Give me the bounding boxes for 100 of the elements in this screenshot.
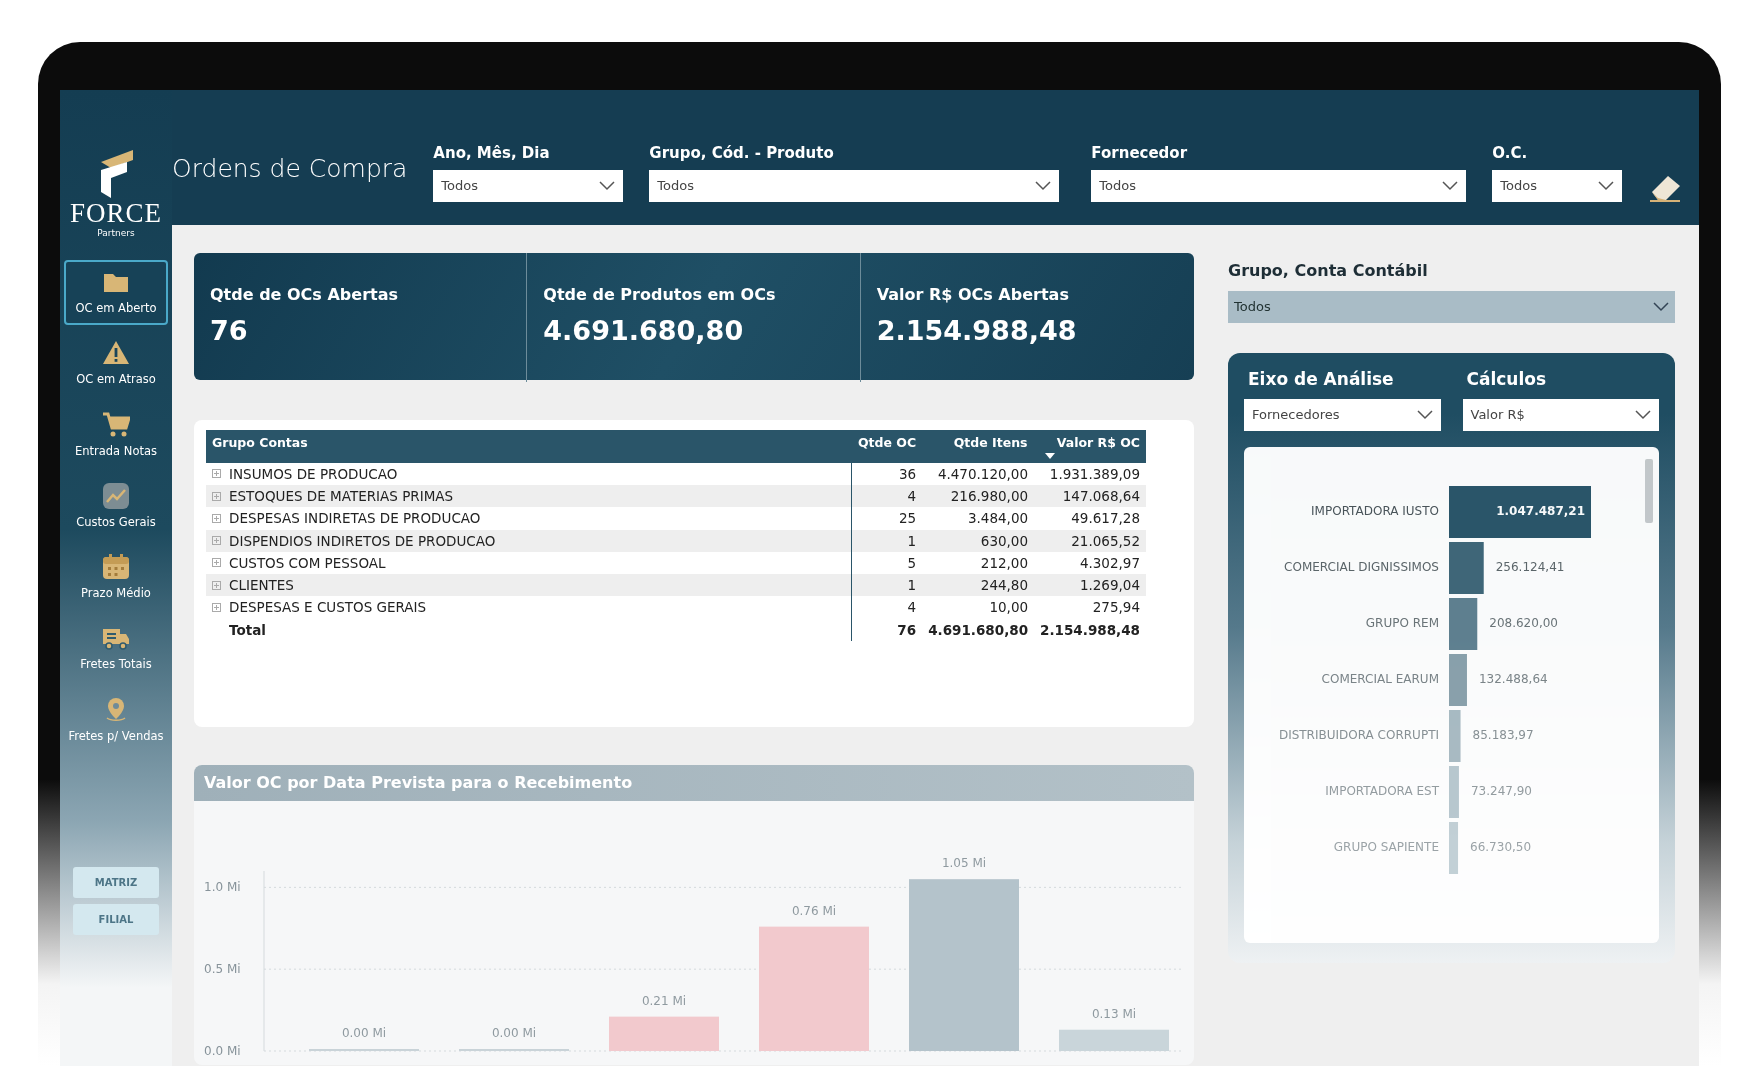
chart-icon <box>102 481 130 510</box>
filter-label: Grupo, Cód. - Produto <box>649 143 835 164</box>
data-label: 85.183,97 <box>1472 727 1534 742</box>
column-header[interactable]: Valor R$ OC <box>1034 430 1146 463</box>
dropdown[interactable]: Valor R$ <box>1462 398 1659 431</box>
expand-icon[interactable] <box>212 513 221 523</box>
bar <box>1449 709 1461 762</box>
table-cell: 3.484,00 <box>967 510 1029 527</box>
table-cell: 10,00 <box>989 599 1029 616</box>
cart-icon <box>102 410 130 439</box>
table-cell: 1.931.389,09 <box>1049 465 1140 482</box>
table-cell-text: CUSTOS COM PESSOAL <box>229 553 386 573</box>
data-label: 66.730,50 <box>1470 839 1532 854</box>
table-cell: 25 <box>898 510 917 527</box>
data-label: 0.00 Mi <box>341 1026 387 1040</box>
table-cell: 4 <box>907 599 917 616</box>
chevron-icon <box>599 180 616 191</box>
table-cell: 630,00 <box>980 532 1029 549</box>
dropdown[interactable]: Fornecedores <box>1244 398 1441 431</box>
data-label: 132.488,64 <box>1478 671 1548 686</box>
expand-icon[interactable] <box>212 491 221 501</box>
bar <box>1449 765 1459 818</box>
table-cell-text: ESTOQUES DE MATERIAS PRIMAS <box>229 487 454 506</box>
kpi-value: 2.154.988,48 <box>876 314 1078 348</box>
nav-item[interactable]: Entrada Notas <box>64 402 168 468</box>
dropdown[interactable]: Todos <box>1228 291 1675 323</box>
filter-label: Ano, Mês, Dia <box>433 143 551 164</box>
column-header[interactable]: Qtde Itens <box>922 430 1035 463</box>
expand-icon[interactable] <box>212 602 221 612</box>
table-cell: 1.269,04 <box>1079 577 1140 593</box>
chevron-icon <box>1598 180 1615 191</box>
data-label: 208.620,00 <box>1489 615 1558 630</box>
filter-label: Fornecedor <box>1091 143 1189 164</box>
nav-item[interactable]: Fretes p/ Vendas <box>64 687 168 753</box>
table-cell: 4.691.680,80 <box>928 621 1029 638</box>
page-title: Ordens de Compra <box>172 153 408 185</box>
dropdown[interactable]: Todos <box>433 169 624 202</box>
chevron-icon <box>1442 180 1459 191</box>
unit-button[interactable]: MATRIZ <box>73 866 159 898</box>
table-cell: 76 <box>897 621 917 638</box>
expand-icon[interactable] <box>212 580 221 590</box>
expand-icon[interactable] <box>212 558 221 568</box>
kpi-value: 76 <box>210 314 249 348</box>
category-label: GRUPO REM <box>1365 615 1439 630</box>
filter-label: Grupo, Conta Contábil <box>1228 260 1429 282</box>
unit-button[interactable]: FILIAL <box>73 903 159 935</box>
nav-item[interactable]: Prazo Médio <box>64 545 168 611</box>
expand-icon[interactable] <box>212 536 221 546</box>
expand-icon[interactable] <box>212 469 221 479</box>
category-label: IMPORTADORA IUSTO <box>1311 503 1439 518</box>
nav-item[interactable]: Fretes Totais <box>64 616 168 682</box>
table-cell-text: Total <box>229 620 266 640</box>
dropdown[interactable]: Todos <box>649 169 1060 202</box>
column-header[interactable]: Qtde OC <box>851 430 923 463</box>
dropdown[interactable]: Todos <box>1492 169 1623 202</box>
table-cell: 21.065,52 <box>1071 532 1140 549</box>
calendar-icon <box>102 553 130 581</box>
kpi-label: Valor R$ OCs Abertas <box>876 284 1070 306</box>
filter-label: Eixo de Análise <box>1247 368 1395 391</box>
data-label: 0.00 Mi <box>491 1026 537 1040</box>
table-cell: 244,80 <box>980 577 1029 593</box>
category-label: GRUPO SAPIENTE <box>1333 839 1439 854</box>
data-label: 1.05 Mi <box>941 856 987 871</box>
category-label: DISTRIBUIDORA CORRUPTI <box>1278 727 1439 742</box>
category-label: IMPORTADORA EST <box>1325 783 1439 798</box>
table-cell-text: CLIENTES <box>229 576 294 595</box>
filter-label: Cálculos <box>1465 368 1548 391</box>
data-label: 73.247,90 <box>1470 783 1532 798</box>
axis-tick-label: 0.0 Mi <box>204 1044 241 1058</box>
category-label: COMERCIAL EARUM <box>1321 671 1439 686</box>
column-header[interactable]: Grupo Contas <box>206 430 852 463</box>
kpi-label: Qtde de OCs Abertas <box>210 284 399 306</box>
table-cell: 147.068,64 <box>1062 488 1140 504</box>
table-cell: 4 <box>907 488 917 504</box>
bar <box>1449 653 1467 706</box>
table-cell: 4.302,97 <box>1079 554 1140 571</box>
scrollbar[interactable] <box>1645 458 1653 523</box>
data-label: 256.124,41 <box>1495 559 1565 574</box>
chevron-icon <box>1416 409 1433 420</box>
table-cell-text: DISPENDIOS INDIRETOS DE PRODUCAO <box>229 531 496 551</box>
table-cell: 2.154.988,48 <box>1040 621 1140 638</box>
table-cell: 216.980,00 <box>950 488 1029 504</box>
chart-title: Valor OC por Data Prevista para o Recebimento <box>194 765 1194 801</box>
nav-item[interactable]: Custos Gerais <box>64 473 168 539</box>
data-label: 1.047.487,21 <box>1496 503 1585 518</box>
table-cell: 1 <box>907 577 917 593</box>
axis-tick-label: 1.0 Mi <box>204 880 241 895</box>
table-cell-text: DESPESAS E CUSTOS GERAIS <box>229 598 427 618</box>
table-cell: 36 <box>898 465 917 482</box>
bar <box>1449 597 1478 650</box>
nav-item[interactable]: OC em Aberto <box>64 260 168 326</box>
dropdown[interactable]: Todos <box>1091 169 1467 202</box>
data-label: 0.13 Mi <box>1091 1006 1137 1021</box>
bar <box>1449 821 1459 874</box>
data-label: 0.21 Mi <box>641 993 687 1008</box>
kpi-label: Qtde de Produtos em OCs <box>543 284 777 306</box>
bar <box>1449 541 1484 594</box>
nav-item[interactable]: OC em Atraso <box>64 331 168 397</box>
table-cell: 4.470.120,00 <box>937 465 1029 482</box>
kpi-value: 4.691.680,80 <box>543 314 745 348</box>
